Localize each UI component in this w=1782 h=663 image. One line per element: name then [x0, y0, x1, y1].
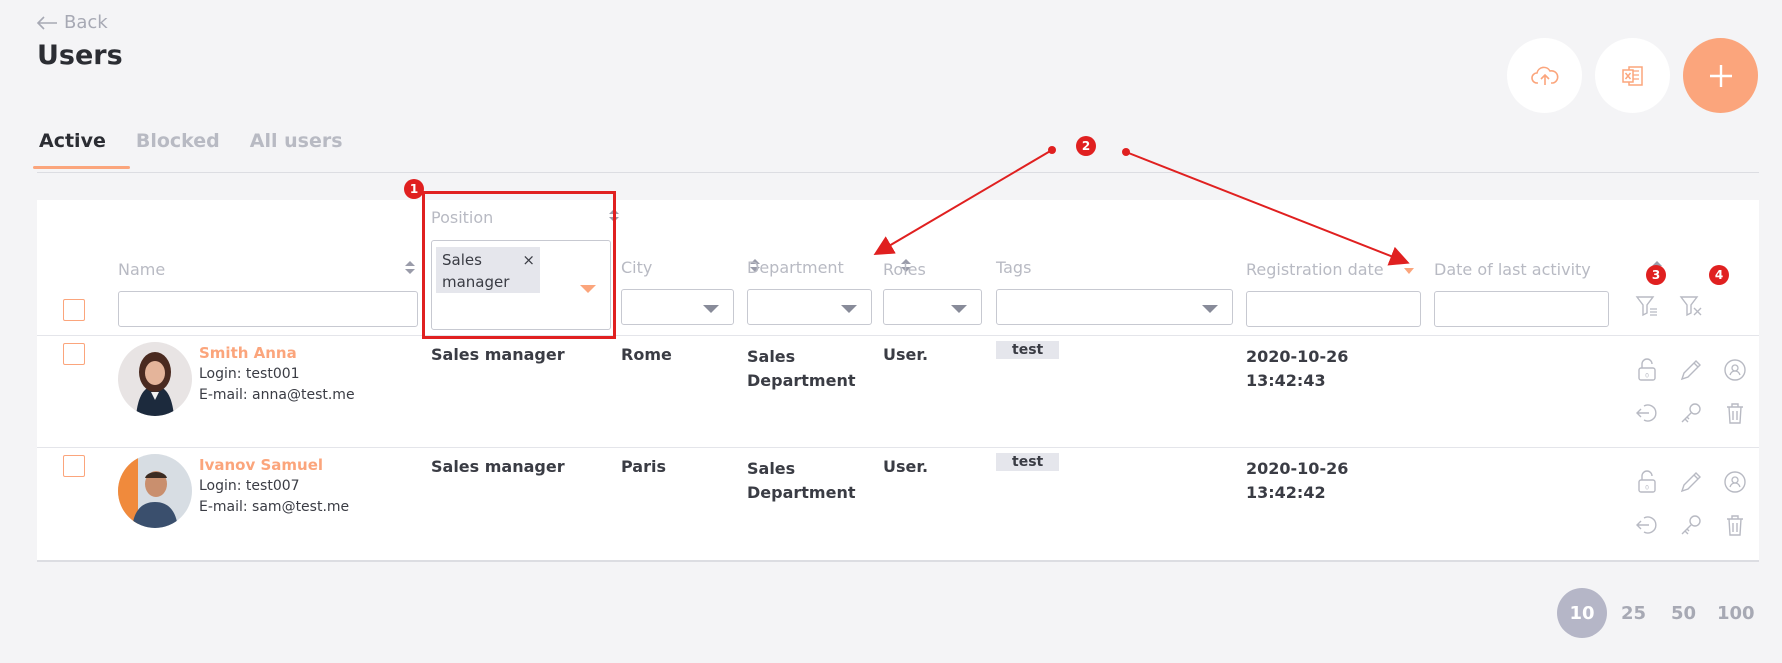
annotation-arrows — [873, 146, 1410, 266]
annotation-arrow — [1125, 151, 1410, 266]
annotation-arrow — [873, 149, 1053, 256]
